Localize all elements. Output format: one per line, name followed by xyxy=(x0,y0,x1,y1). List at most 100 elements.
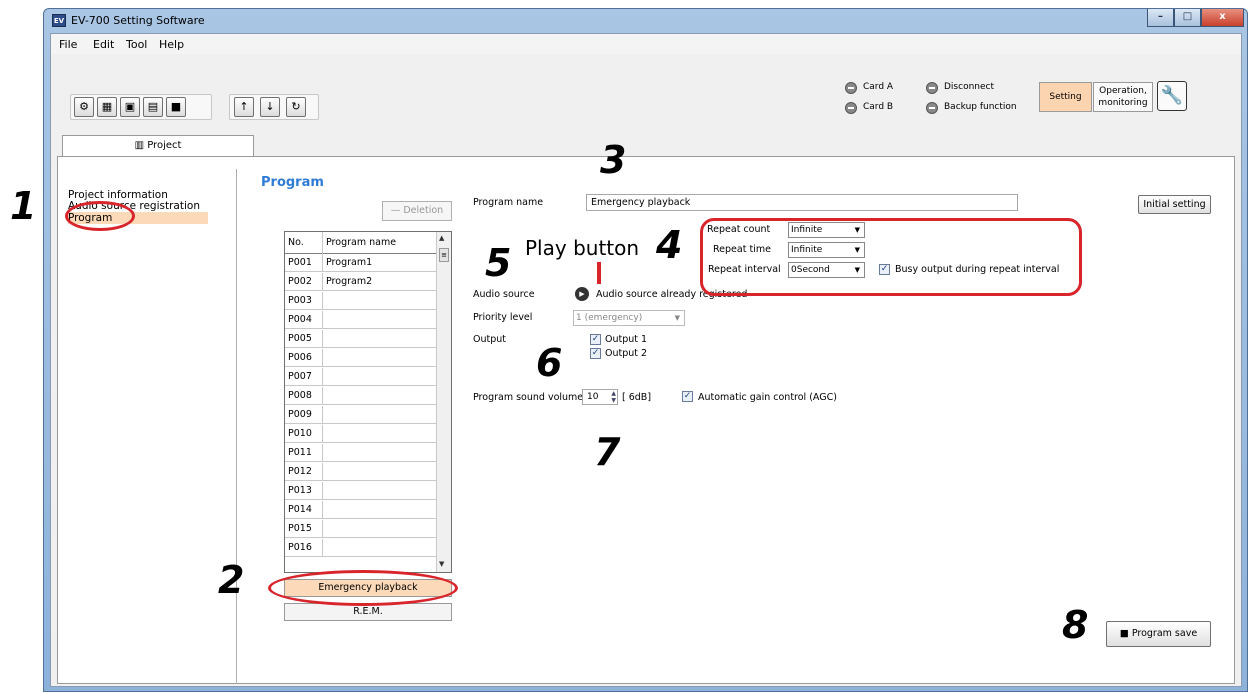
priority-level-select: 1 (emergency) ▼ xyxy=(573,310,685,326)
column-header-no: No. xyxy=(285,232,323,254)
card-a-status-icon xyxy=(845,82,857,94)
output-label: Output xyxy=(473,334,506,345)
program-list: No. Program name P001 Program1 P002 Program… xyxy=(284,231,452,573)
scroll-thumb[interactable]: ≡ xyxy=(439,248,449,262)
menu-edit[interactable]: Edit xyxy=(93,38,114,51)
deletion-button[interactable]: — Deletion xyxy=(382,201,452,221)
program-volume-value: 10 xyxy=(587,392,599,402)
agc-checkbox[interactable]: ✓ xyxy=(682,391,693,402)
annotation-8: 8 xyxy=(1062,603,1089,647)
project-tab-label: Project xyxy=(147,140,182,151)
tab-project[interactable]: ▥ Project xyxy=(62,135,254,157)
table-row[interactable]: P004 xyxy=(285,311,437,329)
stepper-arrows-icon[interactable]: ▲ ▼ xyxy=(611,390,616,404)
table-row[interactable]: P010 xyxy=(285,425,437,443)
card-b-status-icon xyxy=(845,102,857,114)
program-heading: Program xyxy=(261,175,324,190)
program-save-button[interactable]: ■ Program save xyxy=(1106,621,1211,647)
backup-label: Backup function xyxy=(944,102,1017,112)
annotation-2: 2 xyxy=(218,558,245,602)
program-number: P002 xyxy=(285,273,323,291)
program-number: P006 xyxy=(285,349,323,367)
priority-level-value: 1 (emergency) xyxy=(576,313,643,323)
annotation-box-repeat-settings xyxy=(700,218,1082,296)
table-row[interactable]: P015 xyxy=(285,520,437,538)
table-row[interactable]: P013 xyxy=(285,482,437,500)
table-row[interactable]: P007 xyxy=(285,368,437,386)
scroll-down-icon[interactable]: ▼ xyxy=(439,560,444,568)
agc-label: Automatic gain control (AGC) xyxy=(698,392,837,403)
table-row[interactable]: P014 xyxy=(285,501,437,519)
sync-icon[interactable]: ↻ xyxy=(286,97,306,117)
table-row[interactable]: P016 xyxy=(285,539,437,557)
maximize-button[interactable]: □ xyxy=(1174,9,1201,27)
operation-label-line1: Operation, xyxy=(1099,86,1147,96)
program-number: P001 xyxy=(285,254,323,272)
program-number: P008 xyxy=(285,387,323,405)
annotation-1: 1 xyxy=(10,184,37,228)
save-icon: ■ xyxy=(1119,628,1132,639)
program-volume-db: [ 6dB] xyxy=(622,392,652,403)
menu-tool[interactable]: Tool xyxy=(126,38,147,51)
program-number: P009 xyxy=(285,406,323,424)
upload-icon[interactable]: ↑ xyxy=(234,97,254,117)
annotation-4: 4 xyxy=(656,223,683,267)
annotation-7: 7 xyxy=(594,430,621,474)
setting-mode-button[interactable]: Setting xyxy=(1039,82,1092,112)
backup-status-icon xyxy=(926,102,938,114)
play-button-callout: Play button xyxy=(525,236,640,260)
audio-source-label: Audio source xyxy=(473,289,535,300)
program-number: P010 xyxy=(285,425,323,443)
program-number: P005 xyxy=(285,330,323,348)
program-number: P013 xyxy=(285,482,323,500)
output-2-checkbox[interactable]: ✓ xyxy=(590,348,601,359)
program-list-header: No. Program name xyxy=(285,232,437,254)
nav-divider xyxy=(236,169,237,684)
save-icon[interactable]: ■ xyxy=(166,97,186,117)
operation-mode-button[interactable]: Operation, monitoring xyxy=(1093,82,1153,112)
table-row[interactable]: P006 xyxy=(285,349,437,367)
menu-file[interactable]: File xyxy=(59,38,77,51)
program-number: P016 xyxy=(285,539,323,557)
card-b-label: Card B xyxy=(863,102,894,112)
close-button[interactable]: x xyxy=(1201,9,1244,27)
program-number: P011 xyxy=(285,444,323,462)
table-row[interactable]: P011 xyxy=(285,444,437,462)
settings-file-icon[interactable]: ▣ xyxy=(120,97,140,117)
program-name-field[interactable]: Emergency playback xyxy=(586,194,1018,211)
table-row[interactable]: P012 xyxy=(285,463,437,481)
disconnect-label: Disconnect xyxy=(944,82,994,92)
output-1-checkbox[interactable]: ✓ xyxy=(590,334,601,345)
new-project-icon[interactable]: ⚙ xyxy=(74,97,94,117)
app-icon: EV xyxy=(52,14,66,27)
scroll-up-icon[interactable]: ▲ xyxy=(439,234,444,242)
program-list-scrollbar[interactable]: ▲ ≡ ▼ xyxy=(436,232,451,572)
column-header-program-name: Program name xyxy=(326,237,397,248)
card-a-label: Card A xyxy=(863,82,894,92)
table-row[interactable]: P005 xyxy=(285,330,437,348)
chevron-down-icon: ▼ xyxy=(674,314,680,322)
menu-help[interactable]: Help xyxy=(159,38,184,51)
minus-icon: — xyxy=(390,205,404,216)
open-program-icon[interactable]: ▤ xyxy=(143,97,163,117)
play-icon[interactable]: ▶ xyxy=(575,287,589,301)
title-bar[interactable]: EV EV-700 Setting Software – □ x xyxy=(44,9,1247,33)
table-row[interactable]: P002 Program2 xyxy=(285,273,437,291)
program-number: P012 xyxy=(285,463,323,481)
annotation-ring-program-nav xyxy=(65,201,135,231)
download-icon[interactable]: ↓ xyxy=(260,97,280,117)
add-program-icon[interactable]: ▦ xyxy=(97,97,117,117)
initial-setting-button[interactable]: Initial setting xyxy=(1138,195,1211,214)
program-number: P007 xyxy=(285,368,323,386)
table-row[interactable]: P001 Program1 xyxy=(285,254,437,272)
program-volume-stepper[interactable]: 10 ▲ ▼ xyxy=(582,389,618,405)
play-button-leader-line xyxy=(597,262,601,284)
deletion-label: Deletion xyxy=(403,205,444,216)
table-row[interactable]: P003 xyxy=(285,292,437,310)
minimize-button[interactable]: – xyxy=(1147,9,1174,27)
table-row[interactable]: P009 xyxy=(285,406,437,424)
menu-bar: File Edit Tool Help xyxy=(51,34,1241,54)
table-row[interactable]: P008 xyxy=(285,387,437,405)
program-name-cell: Program2 xyxy=(326,276,373,287)
wrench-icon[interactable]: 🔧 xyxy=(1157,81,1187,111)
